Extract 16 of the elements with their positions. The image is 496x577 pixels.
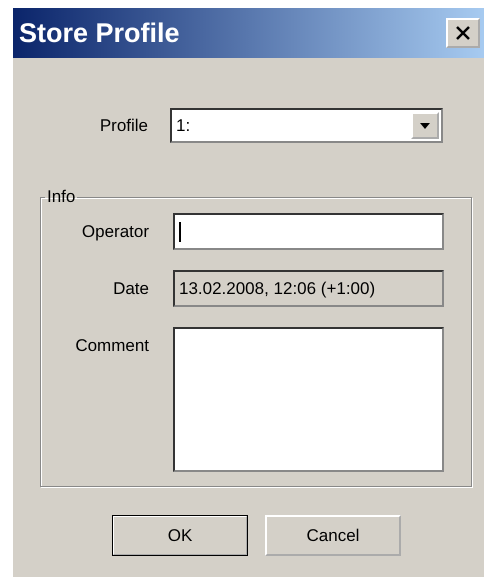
close-icon <box>455 25 471 41</box>
group-legend: Info <box>45 187 78 207</box>
close-button[interactable] <box>446 18 480 48</box>
profile-label: Profile <box>98 116 148 136</box>
field-label: Operator <box>80 221 149 242</box>
input-field[interactable] <box>173 213 444 250</box>
window-title: Store Profile <box>19 18 180 48</box>
text-area[interactable] <box>173 327 444 472</box>
profile-dropdown[interactable]: 1: <box>170 108 443 143</box>
ok-button[interactable]: OK <box>112 515 248 556</box>
dropdown-button[interactable] <box>411 112 439 139</box>
field-label: Date <box>112 278 149 299</box>
text-caret <box>179 222 181 242</box>
field-label: Comment <box>74 335 149 356</box>
caret-icon <box>420 122 430 128</box>
cancel-button[interactable]: Cancel <box>265 515 401 556</box>
